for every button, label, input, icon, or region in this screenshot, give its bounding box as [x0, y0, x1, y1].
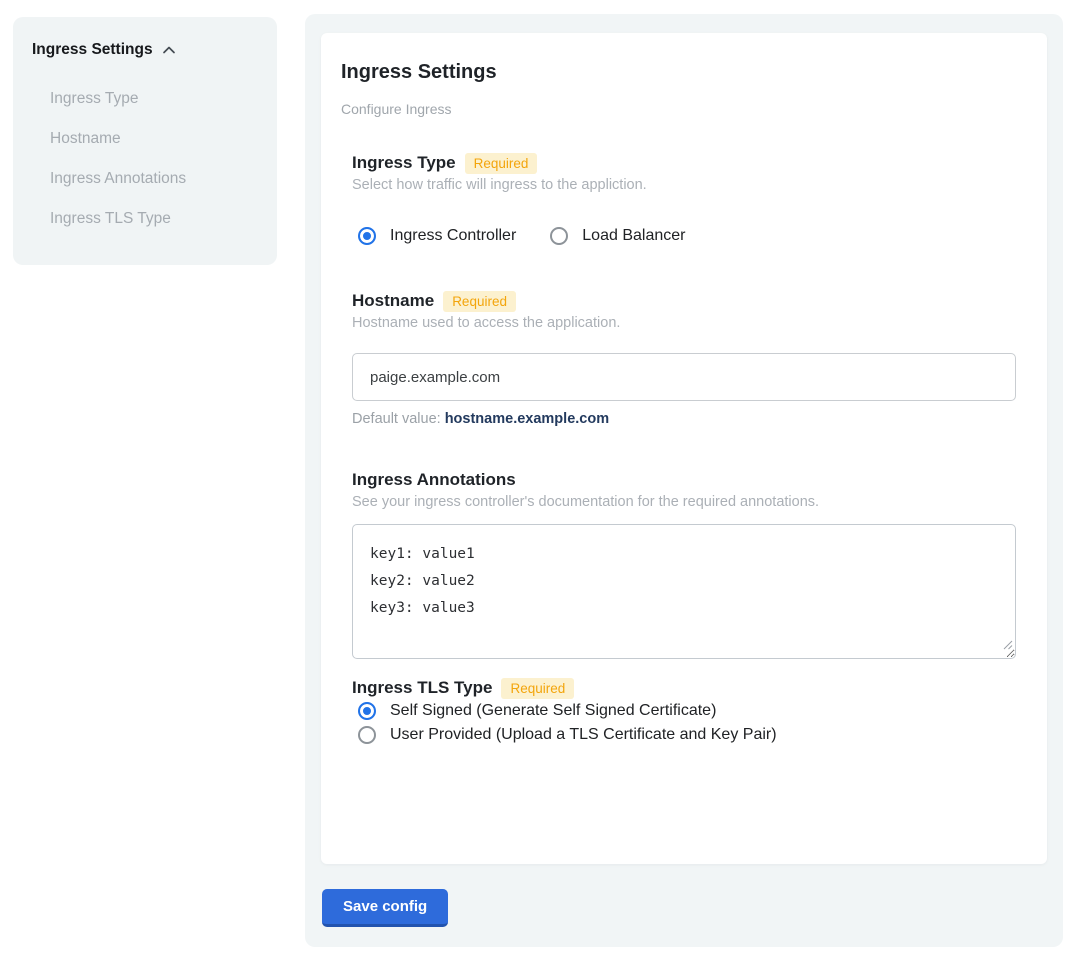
radio-option-load-balancer[interactable]: Load Balancer	[550, 224, 685, 248]
settings-sidebar: Ingress Settings Ingress Type Hostname I…	[13, 17, 277, 265]
chevron-up-icon	[161, 42, 177, 58]
ingress-tls-type-label: Ingress TLS Type	[352, 677, 492, 699]
hostname-input[interactable]	[352, 353, 1016, 401]
page-title: Ingress Settings	[341, 60, 1016, 84]
radio-button-icon[interactable]	[550, 227, 568, 245]
hostname-section: Hostname Required Hostname used to acces…	[352, 290, 1016, 427]
ingress-annotations-label: Ingress Annotations	[352, 469, 516, 491]
ingress-tls-radio-group: Self Signed (Generate Self Signed Certif…	[358, 699, 1016, 747]
radio-option-self-signed[interactable]: Self Signed (Generate Self Signed Certif…	[358, 699, 1016, 723]
sidebar-item-ingress-tls-type[interactable]: Ingress TLS Type	[50, 199, 258, 239]
ingress-type-section: Ingress Type Required Select how traffic…	[352, 152, 1016, 248]
required-badge: Required	[465, 153, 538, 174]
sidebar-nav: Ingress Type Hostname Ingress Annotation…	[32, 79, 258, 239]
required-badge: Required	[443, 291, 516, 312]
sidebar-item-ingress-type[interactable]: Ingress Type	[50, 79, 258, 119]
annotations-textarea[interactable]: key1: value1 key2: value2 key3: value3	[352, 524, 1016, 659]
hostname-label: Hostname	[352, 290, 434, 312]
hostname-description: Hostname used to access the application.	[352, 314, 1016, 332]
required-badge: Required	[501, 678, 574, 699]
ingress-type-description: Select how traffic will ingress to the a…	[352, 176, 1016, 194]
radio-option-ingress-controller[interactable]: Ingress Controller	[358, 224, 516, 248]
default-value-prefix: Default value:	[352, 411, 445, 427]
page-subtitle: Configure Ingress	[341, 100, 1016, 118]
sidebar-item-ingress-annotations[interactable]: Ingress Annotations	[50, 159, 258, 199]
sidebar-item-hostname[interactable]: Hostname	[50, 119, 258, 159]
settings-panel: Ingress Settings Configure Ingress Ingre…	[305, 14, 1063, 947]
default-value-text: hostname.example.com	[445, 411, 609, 427]
ingress-annotations-description: See your ingress controller's documentat…	[352, 493, 1016, 511]
ingress-type-label: Ingress Type	[352, 152, 456, 174]
ingress-type-radio-group: Ingress Controller Load Balancer	[358, 224, 1016, 248]
ingress-annotations-section: Ingress Annotations See your ingress con…	[352, 469, 1016, 659]
radio-option-user-provided[interactable]: User Provided (Upload a TLS Certificate …	[358, 723, 1016, 747]
hostname-default-hint: Default value: hostname.example.com	[352, 411, 1016, 427]
sidebar-section-title: Ingress Settings	[32, 41, 153, 59]
sidebar-section-ingress-settings[interactable]: Ingress Settings	[32, 41, 258, 59]
radio-button-selected-icon[interactable]	[358, 227, 376, 245]
radio-button-selected-icon[interactable]	[358, 702, 376, 720]
radio-button-icon[interactable]	[358, 726, 376, 744]
ingress-settings-card: Ingress Settings Configure Ingress Ingre…	[321, 33, 1047, 864]
save-config-button[interactable]: Save config	[322, 889, 448, 927]
ingress-tls-type-section: Ingress TLS Type Required Self Signed (G…	[352, 677, 1016, 747]
